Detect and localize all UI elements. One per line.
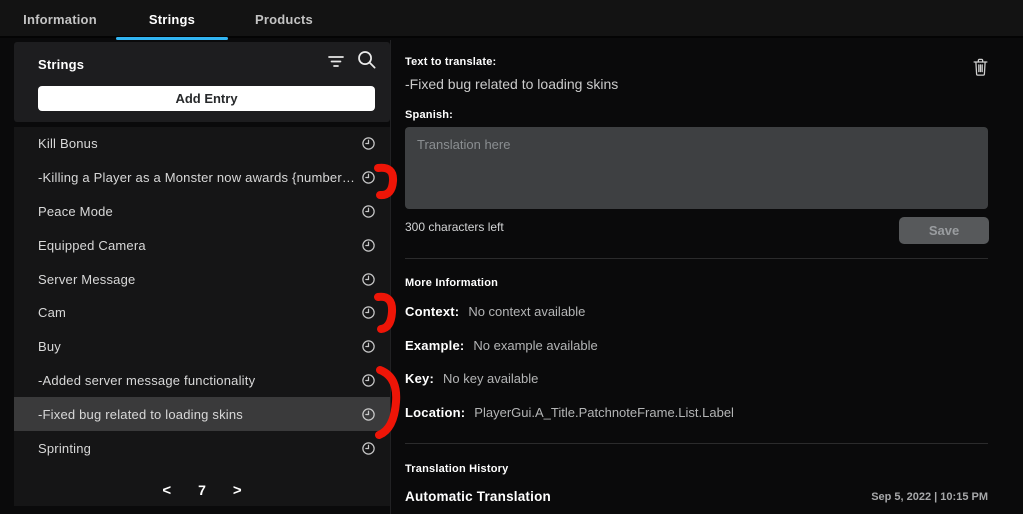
string-list-item[interactable]: -Fixed bug related to loading skins — [14, 397, 390, 432]
tab-label: Strings — [148, 11, 196, 27]
add-entry-button[interactable]: Add Entry — [38, 86, 375, 111]
string-list-item[interactable]: Peace Mode — [14, 195, 390, 229]
clock-icon — [361, 170, 376, 185]
text-to-translate-label: Text to translate: — [405, 56, 497, 68]
search-icon[interactable] — [355, 48, 378, 71]
info-row-label: Context: — [405, 304, 460, 319]
clock-icon — [361, 305, 376, 320]
string-list-item[interactable]: -Killing a Player as a Monster now award… — [14, 161, 390, 195]
clock-icon — [361, 441, 376, 456]
clock-icon — [361, 407, 376, 422]
info-row-label: Key: — [405, 371, 434, 386]
string-list-item[interactable]: -Added server message functionality — [14, 364, 390, 398]
string-list-item-label: -Fixed bug related to loading skins — [38, 406, 244, 422]
strings-list: Kill Bonus -Killing a Player as a Monste… — [14, 127, 390, 506]
string-list-item[interactable]: Kill Bonus — [14, 127, 390, 161]
section-divider — [405, 258, 988, 259]
characters-left-text: 300 characters left — [405, 220, 504, 234]
string-list-item-label: Equipped Camera — [38, 237, 146, 253]
info-row: Context: No context available — [405, 304, 734, 320]
translation-detail-panel: Text to translate: -Fixed bug related to… — [405, 40, 989, 514]
string-list-item-label: Buy — [38, 339, 62, 355]
more-information-rows: Context: No context available Example: No … — [405, 304, 734, 438]
tab[interactable]: Information — [4, 0, 116, 38]
translation-history-heading: Translation History — [405, 463, 509, 475]
string-list-item-label: Peace Mode — [38, 203, 113, 219]
pagination: < 7 > — [14, 480, 390, 501]
info-row-value: No key available — [442, 371, 539, 386]
string-list-item[interactable]: Equipped Camera — [14, 228, 390, 262]
clock-icon — [361, 373, 376, 388]
string-list-item[interactable]: Sprinting — [14, 431, 390, 465]
string-list-item-label: Sprinting — [38, 440, 92, 456]
top-tab-bar: Information Strings Products — [0, 0, 1023, 40]
tab-label: Products — [255, 11, 313, 27]
strings-panel-title: Strings — [38, 57, 85, 72]
string-list-item-label: Cam — [38, 305, 67, 321]
save-button[interactable]: Save — [899, 217, 989, 244]
panel-divider — [390, 40, 391, 514]
clock-icon — [361, 238, 376, 253]
strings-header-card: Strings Add Entry — [14, 42, 390, 122]
info-row-label: Location: — [405, 404, 466, 420]
history-entry-title: Automatic Translation — [405, 489, 551, 504]
string-list-item-label: -Added server message functionality — [38, 372, 256, 388]
tab[interactable]: Strings — [116, 0, 228, 40]
string-list-item-label: Kill Bonus — [38, 136, 98, 152]
info-row: Location: PlayerGui.A_Title.PatchnoteFram… — [405, 405, 734, 421]
active-tab-underline — [116, 37, 228, 40]
more-information-heading: More Information — [405, 277, 499, 289]
prev-page-button[interactable]: < — [158, 480, 175, 501]
trash-icon[interactable] — [972, 57, 989, 77]
clock-icon — [361, 339, 376, 354]
info-row-label: Example: — [405, 337, 465, 353]
section-divider — [405, 443, 988, 444]
string-list-item-label: -Killing a Player as a Monster now award… — [38, 170, 356, 186]
current-page-number: 7 — [198, 482, 206, 499]
history-entry-date: Sep 5, 2022 | 10:15 PM — [871, 490, 988, 503]
string-list-item[interactable]: Server Message — [14, 262, 390, 296]
clock-icon — [361, 272, 376, 287]
string-list-item-label: Server Message — [38, 271, 136, 287]
translator-portal-page: Information Strings Products Strings Add… — [0, 0, 1023, 514]
info-row-value: No context available — [468, 304, 586, 319]
tab[interactable]: Products — [228, 0, 340, 38]
string-list-item[interactable]: Cam — [14, 296, 390, 330]
language-label: Spanish: — [405, 109, 454, 121]
next-page-button[interactable]: > — [229, 480, 246, 501]
filter-icon[interactable] — [326, 53, 346, 69]
translation-input[interactable] — [405, 127, 988, 209]
info-row: Example: No example available — [405, 338, 734, 354]
string-list-item[interactable]: Buy — [14, 330, 390, 364]
tab-label: Information — [23, 11, 97, 27]
clock-icon — [361, 136, 376, 151]
info-row: Key: No key available — [405, 371, 734, 387]
text-to-translate-value: -Fixed bug related to loading skins — [405, 76, 619, 92]
history-entry: Automatic Translation Sep 5, 2022 | 10:1… — [405, 489, 988, 504]
clock-icon — [361, 204, 376, 219]
info-row-value: PlayerGui.A_Title.PatchnoteFrame.List.La… — [474, 404, 734, 420]
info-row-value: No example available — [473, 337, 598, 353]
